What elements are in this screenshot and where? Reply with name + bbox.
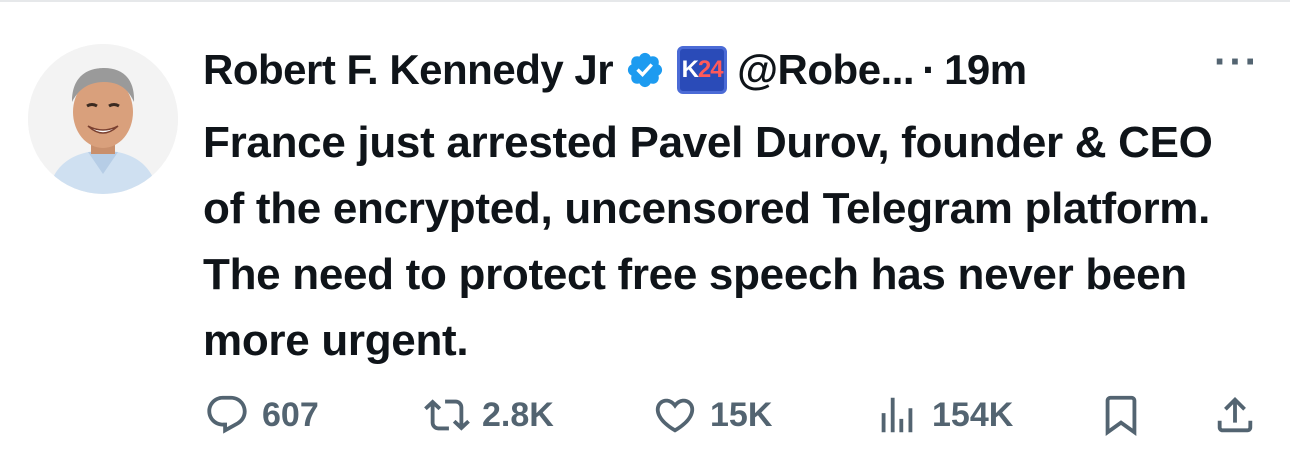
- views-button[interactable]: 154K: [874, 387, 1013, 443]
- tweet: Robert F. Kennedy Jr K 24 @Robe... · 19m …: [0, 0, 1290, 456]
- timestamp[interactable]: 19m: [944, 46, 1027, 94]
- avatar-photo: [28, 44, 178, 194]
- reply-button[interactable]: 607: [204, 387, 319, 443]
- views-icon: [881, 397, 913, 433]
- bookmark-icon: [1105, 395, 1137, 436]
- repost-icon: [424, 399, 470, 431]
- reply-icon: [207, 395, 247, 434]
- share-icon: [1217, 396, 1253, 433]
- separator: ·: [922, 46, 937, 93]
- tweet-text: France just arrested Pavel Durov, founde…: [203, 118, 1213, 365]
- like-button[interactable]: 15K: [652, 387, 772, 443]
- badge-number: 24: [697, 56, 724, 83]
- action-bar: 607 2.8K 15K 154K: [200, 387, 1260, 443]
- like-count: 15K: [710, 395, 773, 434]
- repost-button[interactable]: 2.8K: [424, 387, 554, 443]
- avatar[interactable]: [28, 44, 178, 194]
- share-button[interactable]: [1212, 387, 1258, 443]
- affiliate-badge[interactable]: K 24: [677, 46, 728, 94]
- reply-count: 607: [262, 395, 319, 434]
- views-count: 154K: [932, 395, 1014, 434]
- badge-letter: K: [681, 56, 699, 83]
- tweet-header: Robert F. Kennedy Jr K 24 @Robe... · 19m …: [203, 42, 1260, 98]
- verified-icon: [628, 52, 663, 88]
- more-icon[interactable]: ···: [1214, 42, 1260, 88]
- bookmark-button[interactable]: [1098, 387, 1144, 443]
- like-icon: [655, 398, 695, 433]
- author-handle[interactable]: @Robe...: [737, 46, 914, 94]
- repost-count: 2.8K: [482, 395, 554, 434]
- author-name[interactable]: Robert F. Kennedy Jr: [203, 46, 614, 94]
